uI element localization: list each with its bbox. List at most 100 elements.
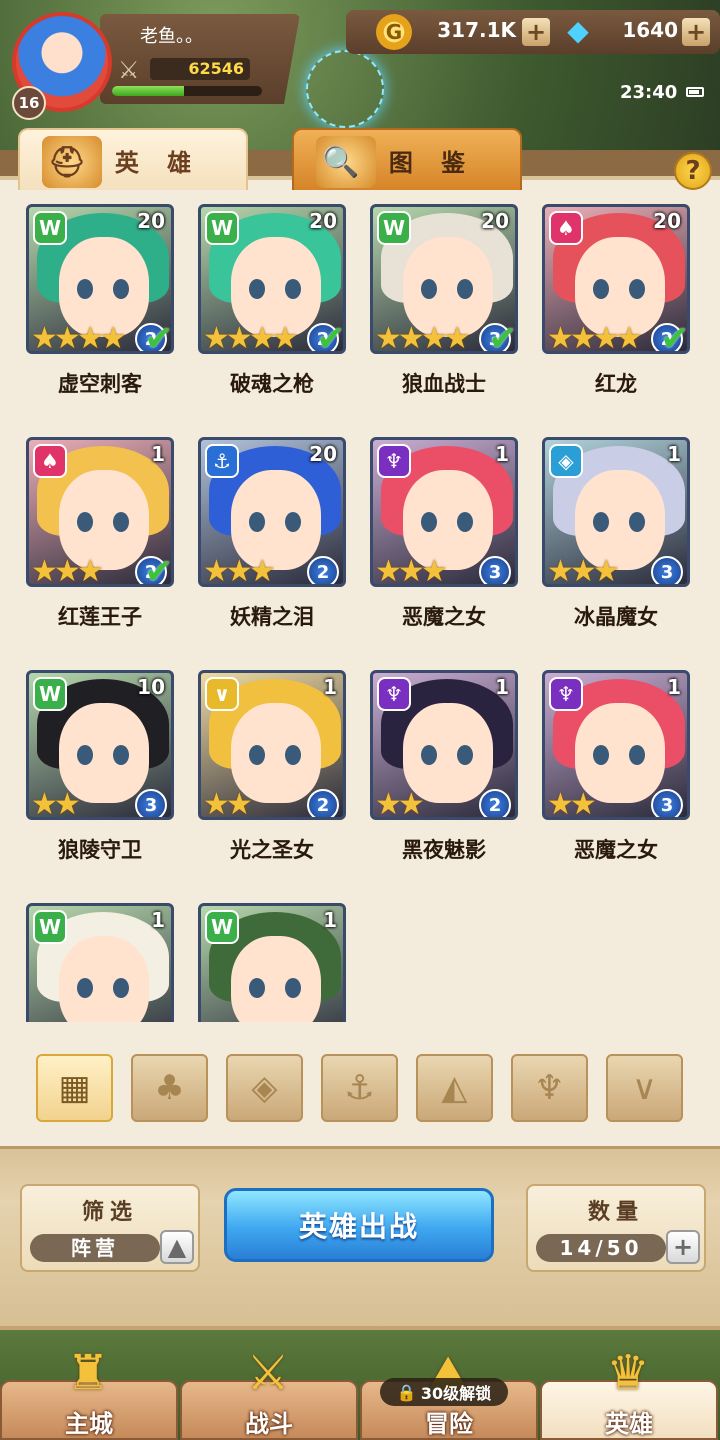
- hero-stars: ★ ★: [31, 790, 81, 818]
- hero-card[interactable]: W 20 ★ ★ ★ ★ 3 ✔ 狼血战士: [370, 204, 518, 420]
- hero-portrait: W 20 ★ ★ ★ ★ 3 ✔: [370, 204, 518, 354]
- hero-face: [59, 936, 149, 1022]
- hero-name: 狼血战士: [402, 372, 486, 396]
- hero-card[interactable]: ♠ 20 ★ ★ ★ ★ 2 ✔ 红龙: [542, 204, 690, 420]
- star-icon: ★: [420, 554, 448, 587]
- light-faction-icon: ∨: [205, 677, 239, 711]
- hero-card[interactable]: ∨ 1 ★ ★ 2 光之圣女: [198, 670, 346, 886]
- portal-icon[interactable]: [306, 50, 384, 128]
- filter-light-button[interactable]: ∨: [606, 1054, 683, 1122]
- filter-beast-button[interactable]: ◭: [416, 1054, 493, 1122]
- nav-label: 英雄: [605, 1410, 653, 1438]
- hero-eye: [113, 279, 129, 299]
- demon-faction-icon: ♆: [377, 444, 411, 478]
- hero-crest-icon: ♛: [606, 1345, 650, 1401]
- hero-card[interactable]: ◈ 1 ★ ★ ★ 3 冰晶魔女: [542, 437, 690, 653]
- checkmark-icon: ✔: [144, 552, 173, 587]
- expand-capacity-button[interactable]: +: [666, 1230, 700, 1264]
- hero-card[interactable]: W 1: [26, 903, 174, 1022]
- filter-crystal-button[interactable]: ◈: [226, 1054, 303, 1122]
- hero-card[interactable]: ♠ 1 ★ ★ ★ 2 ✔ 红莲王子: [26, 437, 174, 653]
- hero-eye: [249, 279, 265, 299]
- hero-portrait: ♆ 1 ★ ★ 2: [370, 670, 518, 820]
- tab-heroes[interactable]: ⛑ 英 雄: [18, 128, 248, 190]
- hero-tier-badge: 3: [135, 789, 167, 817]
- hero-stars: ★ ★ ★ ★: [547, 324, 643, 352]
- hero-eye: [593, 279, 609, 299]
- checkmark-icon: ✔: [488, 319, 517, 354]
- hero-deploy-button[interactable]: 英雄出战: [224, 1188, 494, 1262]
- hero-eye: [421, 279, 437, 299]
- flame-faction-icon: ♠: [33, 444, 67, 478]
- tab-heroes-label: 英 雄: [114, 148, 202, 177]
- lock-badge: 🔒 30级解锁: [380, 1378, 508, 1406]
- beast-faction-icon: W: [33, 677, 67, 711]
- hero-portrait: ◈ 1 ★ ★ ★ 3: [542, 437, 690, 587]
- gold-coin-icon: G: [376, 14, 412, 50]
- filter-box: 筛选 阵营 ▲: [20, 1184, 200, 1272]
- hero-tier-badge: 2: [307, 789, 339, 817]
- hero-name: 狼陵守卫: [58, 838, 142, 862]
- hero-eye: [113, 745, 129, 765]
- hero-eye: [629, 745, 645, 765]
- combat-power-value: 62546: [150, 58, 250, 80]
- hero-level: 1: [667, 675, 681, 699]
- hero-eye: [457, 745, 473, 765]
- nav-label: 冒险: [425, 1410, 473, 1438]
- tab-codex[interactable]: 🔍 图 鉴: [292, 128, 522, 190]
- checkmark-icon: ✔: [660, 319, 689, 354]
- filter-all-button[interactable]: ▦: [36, 1054, 113, 1122]
- helmet-icon: ⛑: [42, 136, 102, 188]
- hero-eye: [629, 279, 645, 299]
- player-avatar[interactable]: 16: [8, 8, 118, 120]
- hero-name: 妖精之泪: [230, 605, 314, 629]
- hero-eye: [593, 512, 609, 532]
- beast-faction-icon: W: [33, 910, 67, 944]
- add-gems-button[interactable]: +: [682, 18, 710, 46]
- hero-eye: [77, 978, 93, 998]
- hero-eye: [113, 512, 129, 532]
- magnifier-icon: 🔍: [316, 136, 376, 188]
- hero-card[interactable]: ♆ 1 ★ ★ 3 恶魔之女: [542, 670, 690, 886]
- hero-card[interactable]: ⚓ 20 ★ ★ ★ 2 妖精之泪: [198, 437, 346, 653]
- filter-demon-button[interactable]: ♆: [511, 1054, 588, 1122]
- star-icon: ★: [592, 554, 620, 587]
- hero-portrait: ∨ 1 ★ ★ 2: [198, 670, 346, 820]
- lock-text: 30级解锁: [420, 1384, 492, 1403]
- help-button[interactable]: ?: [674, 152, 712, 190]
- flame-faction-icon: ♠: [549, 211, 583, 245]
- hero-stars: ★ ★ ★: [547, 557, 620, 585]
- hero-level: 1: [323, 908, 337, 932]
- beast-faction-icon: W: [205, 910, 239, 944]
- hero-stars: ★ ★: [203, 790, 253, 818]
- hero-level: 20: [481, 209, 509, 233]
- hero-card[interactable]: ♆ 1 ★ ★ 2 黑夜魅影: [370, 670, 518, 886]
- hero-card[interactable]: W 20 ★ ★ ★ ★ 2 ✔ 破魂之枪: [198, 204, 346, 420]
- combat-power-icon: ⚔: [118, 56, 140, 84]
- battery-icon: [686, 87, 704, 97]
- clock: 23:40: [620, 82, 678, 103]
- hero-level: 1: [495, 675, 509, 699]
- filter-toggle-button[interactable]: ▲: [160, 1230, 194, 1264]
- star-icon: ★: [99, 321, 127, 354]
- hero-card[interactable]: W 20 ★ ★ ★ ★ 2 ✔ 虚空刺客: [26, 204, 174, 420]
- demon-faction-icon: ♆: [377, 677, 411, 711]
- crystal-faction-icon: ◈: [549, 444, 583, 478]
- hero-tier-badge: 3: [651, 789, 683, 817]
- beast-faction-icon: W: [377, 211, 411, 245]
- hero-card[interactable]: ♆ 1 ★ ★ ★ 3 恶魔之女: [370, 437, 518, 653]
- filter-value[interactable]: 阵营: [30, 1234, 160, 1262]
- hero-eye: [285, 978, 301, 998]
- filter-anchor-button[interactable]: ⚓: [321, 1054, 398, 1122]
- hero-eye: [77, 512, 93, 532]
- hero-eye: [249, 512, 265, 532]
- hero-level: 1: [151, 442, 165, 466]
- player-name: 老鱼。。: [140, 26, 203, 47]
- xp-bar: [112, 86, 262, 96]
- hero-eye: [285, 279, 301, 299]
- beast-faction-icon: W: [205, 211, 239, 245]
- hero-card[interactable]: W 1: [198, 903, 346, 1022]
- add-gold-button[interactable]: +: [522, 18, 550, 46]
- filter-flame-button[interactable]: ♣: [131, 1054, 208, 1122]
- hero-card[interactable]: W 10 ★ ★ 3 狼陵守卫: [26, 670, 174, 886]
